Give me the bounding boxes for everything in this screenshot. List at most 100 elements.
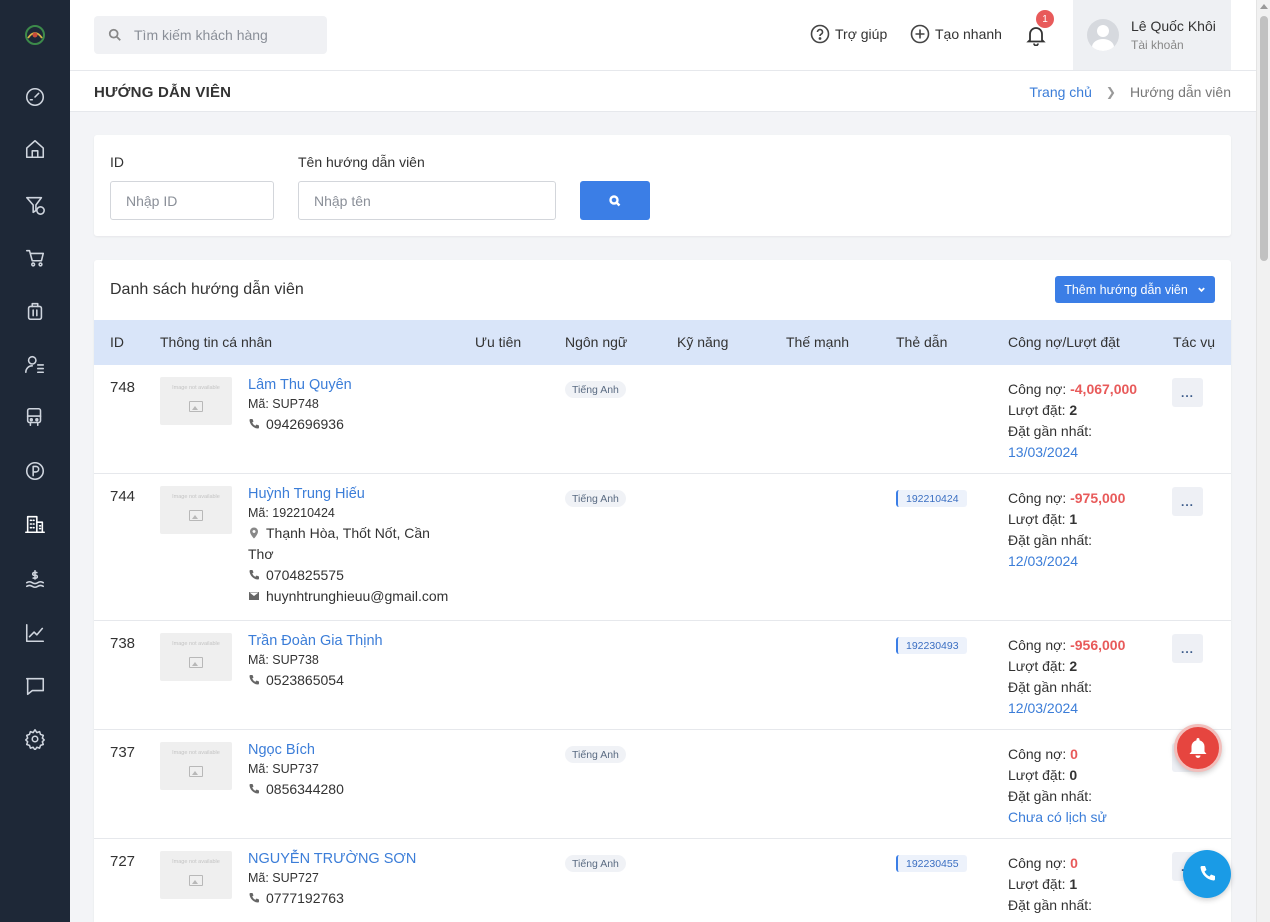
customer-search[interactable] <box>94 16 327 54</box>
logo-icon[interactable] <box>22 22 48 48</box>
topbar: Trợ giúp Tạo nhanh 1 Lê Quốc Khôi Tài kh… <box>70 0 1256 71</box>
home-icon <box>25 139 45 159</box>
sidebar-item-transport[interactable] <box>23 405 47 429</box>
scrollbar[interactable] <box>1256 0 1270 922</box>
latest-booking-date[interactable]: 12/03/2024 <box>1008 698 1168 719</box>
guide-name-link[interactable]: Lâm Thu Quyên <box>248 376 458 394</box>
sidebar-item-reports[interactable] <box>23 621 47 645</box>
latest-label: Đặt gần nhất: <box>1008 679 1093 695</box>
guide-code: Mã: 192210424 <box>248 506 335 520</box>
image-placeholder-text: Image not available <box>172 385 220 391</box>
row-actions-button[interactable]: ... <box>1172 487 1203 516</box>
search-icon <box>609 194 621 206</box>
col-skills: Kỹ năng <box>677 334 729 350</box>
page-title: HƯỚNG DẪN VIÊN <box>94 84 232 101</box>
col-language: Ngôn ngữ <box>565 334 628 350</box>
row-id: 727 <box>110 853 136 870</box>
guide-name-link[interactable]: Trần Đoàn Gia Thịnh <box>248 632 458 650</box>
guide-name-link[interactable]: NGUYỄN TRƯỜNG SƠN <box>248 850 458 868</box>
guide-phone: 0942696936 <box>266 416 344 432</box>
settings-icon <box>25 729 45 750</box>
sidebar-item-home[interactable] <box>23 137 47 161</box>
debt-value: -4,067,000 <box>1070 381 1138 397</box>
table-row: 748 Image not available Lâm Thu Quyên Mã… <box>94 365 1231 474</box>
scrollbar-thumb[interactable] <box>1260 16 1268 261</box>
floating-notification-button[interactable] <box>1174 724 1222 772</box>
guide-code: Mã: SUP738 <box>248 653 319 667</box>
add-guide-label: Thêm hướng dẫn viên <box>1064 282 1188 297</box>
address-line-1: Thạnh Hòa, Thốt Nốt, Cần <box>266 525 430 541</box>
search-icon <box>108 28 121 41</box>
user-list-icon <box>25 355 45 374</box>
account-menu[interactable]: Lê Quốc Khôi Tài khoản <box>1073 0 1231 70</box>
floating-call-button[interactable] <box>1183 850 1231 898</box>
language-tag: Tiếng Anh <box>565 855 626 872</box>
mail-icon <box>249 592 259 600</box>
filter-money-icon <box>25 196 45 215</box>
phone-icon <box>249 893 259 903</box>
bookings-value: 1 <box>1069 511 1078 527</box>
chevron-down-icon <box>1197 287 1205 293</box>
user-name: Lê Quốc Khôi <box>1131 18 1216 34</box>
guide-card-tag: 192230493 <box>896 637 967 654</box>
dashboard-icon <box>25 87 45 107</box>
sidebar-item-revenue[interactable] <box>23 567 47 591</box>
bus-icon <box>26 407 42 427</box>
guide-photo: Image not available <box>160 377 232 425</box>
phone-icon <box>1200 866 1215 881</box>
add-guide-button[interactable]: Thêm hướng dẫn viên <box>1055 276 1215 303</box>
row-actions-button[interactable]: ... <box>1172 634 1203 663</box>
image-placeholder-text: Image not available <box>172 494 220 500</box>
image-icon <box>189 510 203 521</box>
bookings-label: Lượt đặt: <box>1008 658 1066 674</box>
image-icon <box>189 401 203 412</box>
guide-name-link[interactable]: Ngọc Bích <box>248 741 458 759</box>
scroll-up-arrow-icon[interactable] <box>1260 4 1268 9</box>
latest-label: Đặt gần nhất: <box>1008 532 1093 548</box>
phone-icon <box>249 419 259 429</box>
table-header: ID Thông tin cá nhân Ưu tiên Ngôn ngữ Kỹ… <box>94 320 1231 365</box>
row-id: 737 <box>110 744 136 761</box>
sidebar-item-settings[interactable] <box>23 727 47 751</box>
sidebar-item-dashboard[interactable] <box>23 85 47 109</box>
row-actions-button[interactable]: ... <box>1172 378 1203 407</box>
image-placeholder-text: Image not available <box>172 641 220 647</box>
guide-card-tag: 192210424 <box>896 490 967 507</box>
help-link[interactable]: Trợ giúp <box>810 24 887 44</box>
image-icon <box>189 875 203 886</box>
quick-create-label: Tạo nhanh <box>935 26 1002 42</box>
latest-booking-date[interactable]: Chưa có lịch sử <box>1008 807 1168 828</box>
sidebar-item-customers[interactable] <box>23 352 47 376</box>
name-filter-input[interactable] <box>298 181 556 220</box>
phone-icon <box>249 570 259 580</box>
debt-label: Công nợ: <box>1008 855 1067 871</box>
money-wave-icon <box>25 569 45 589</box>
breadcrumb-home[interactable]: Trang chủ <box>1029 84 1092 100</box>
help-label: Trợ giúp <box>835 26 888 42</box>
sidebar-item-guides[interactable] <box>23 512 47 536</box>
sidebar-item-finance-filter[interactable] <box>23 193 47 217</box>
breadcrumb: Trang chủ ❯ Hướng dẫn viên <box>1029 84 1231 100</box>
phone-icon <box>249 675 259 685</box>
latest-label: Đặt gần nhất: <box>1008 423 1093 439</box>
sidebar-item-cart[interactable] <box>23 246 47 270</box>
quick-create-link[interactable]: Tạo nhanh <box>910 24 1002 44</box>
id-filter-input[interactable] <box>110 181 274 220</box>
guide-name-link[interactable]: Huỳnh Trung Hiếu <box>248 485 458 503</box>
guide-phone: 0704825575 <box>266 567 344 583</box>
sidebar-item-parking[interactable] <box>23 459 47 483</box>
bookings-label: Lượt đặt: <box>1008 876 1066 892</box>
sidebar-item-tours[interactable] <box>23 299 47 323</box>
sidebar-item-messages[interactable] <box>23 674 47 698</box>
image-placeholder-text: Image not available <box>172 859 220 865</box>
guide-phone: 0856344280 <box>266 781 344 797</box>
latest-booking-date[interactable]: 12/03/2024 <box>1008 551 1168 572</box>
customer-search-input[interactable] <box>134 27 314 43</box>
col-priority: Ưu tiên <box>475 334 522 350</box>
search-button[interactable] <box>580 181 650 220</box>
guide-photo: Image not available <box>160 633 232 681</box>
debt-label: Công nợ: <box>1008 381 1067 397</box>
guide-photo: Image not available <box>160 486 232 534</box>
guide-code: Mã: SUP727 <box>248 871 319 885</box>
latest-booking-date[interactable]: 13/03/2024 <box>1008 442 1168 463</box>
